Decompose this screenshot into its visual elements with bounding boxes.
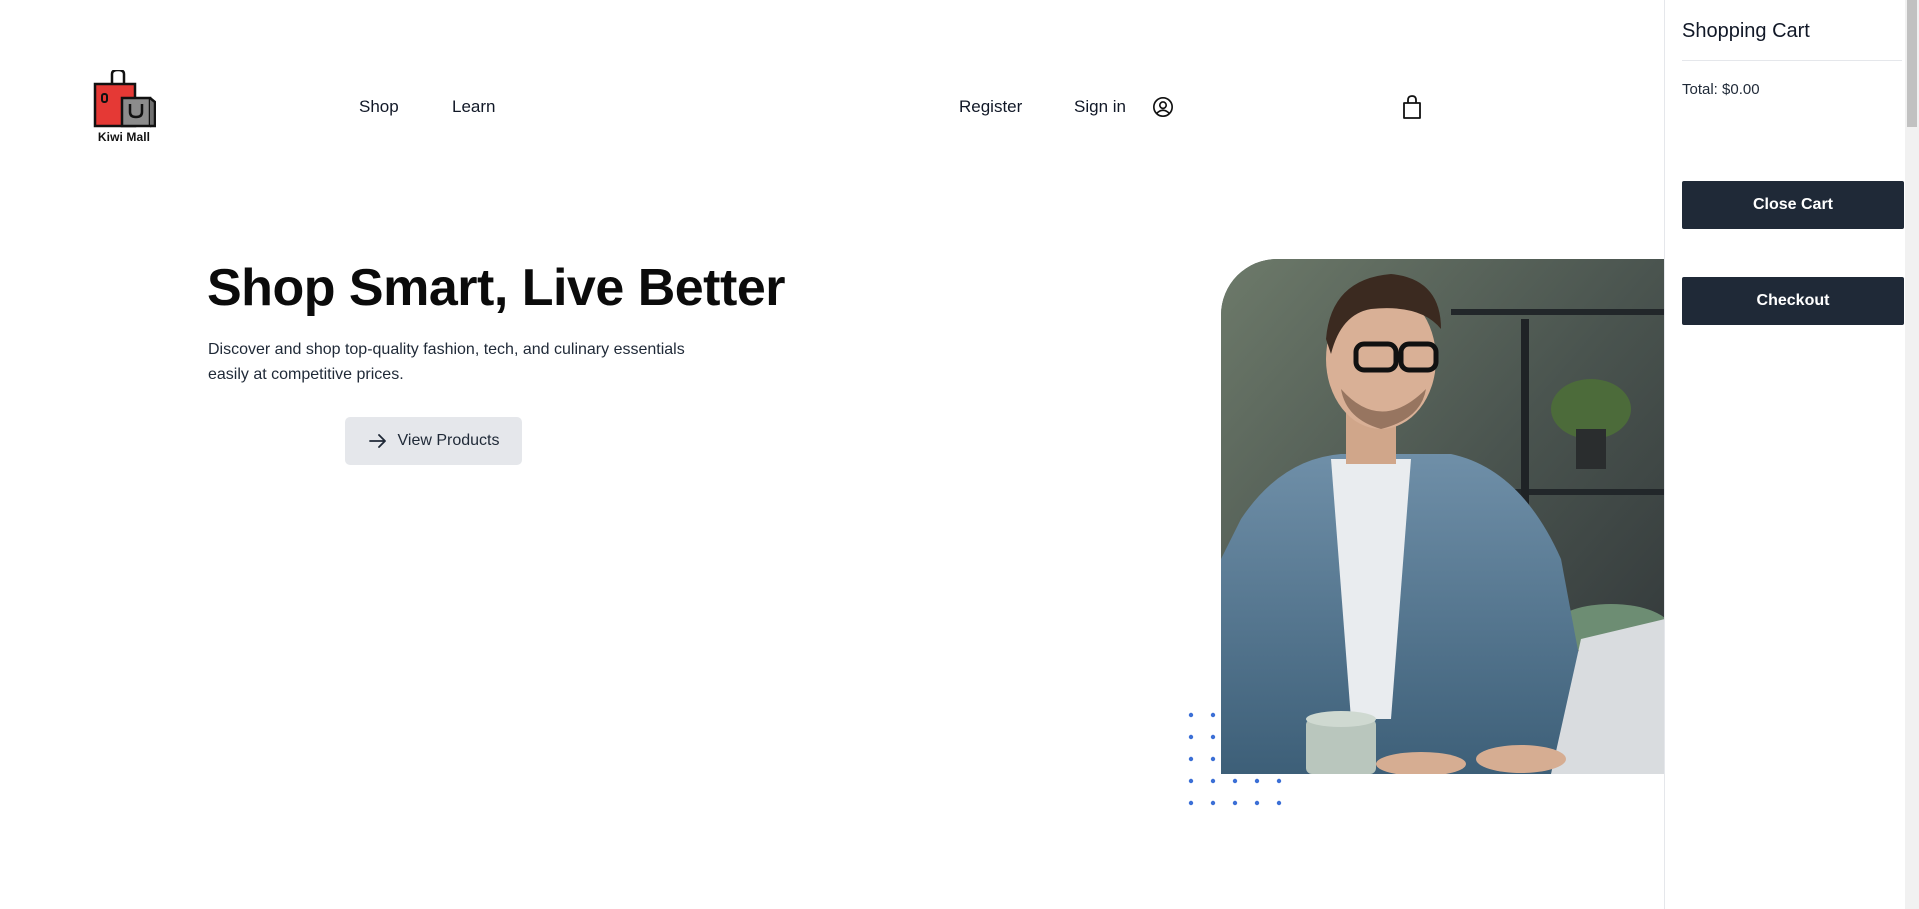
sign-in-link[interactable]: Sign in bbox=[1074, 97, 1126, 117]
checkout-button[interactable]: Checkout bbox=[1682, 277, 1904, 325]
cart-scrollbar[interactable] bbox=[1905, 0, 1919, 909]
arrow-right-icon bbox=[368, 434, 386, 448]
cart-total: Total: $0.00 bbox=[1682, 81, 1760, 98]
register-link[interactable]: Register bbox=[959, 97, 1022, 117]
logo-text: Kiwi Mall bbox=[97, 130, 151, 144]
brand-logo[interactable]: Kiwi Mall bbox=[92, 70, 156, 146]
nav-learn-link[interactable]: Learn bbox=[452, 97, 495, 117]
man-with-laptop-illustration bbox=[1221, 259, 1665, 774]
hero-image bbox=[1221, 259, 1665, 774]
nav-shop-link[interactable]: Shop bbox=[359, 97, 399, 117]
cart-divider bbox=[1682, 60, 1902, 61]
close-cart-button[interactable]: Close Cart bbox=[1682, 181, 1904, 229]
shopping-bags-logo-icon bbox=[93, 70, 156, 128]
user-circle-icon[interactable] bbox=[1152, 96, 1174, 118]
view-products-button[interactable]: View Products bbox=[345, 417, 522, 465]
view-products-label: View Products bbox=[397, 432, 500, 449]
shopping-bag-icon[interactable] bbox=[1401, 95, 1423, 119]
hero-title: Shop Smart, Live Better bbox=[207, 259, 785, 317]
scrollbar-thumb[interactable] bbox=[1907, 0, 1917, 127]
cart-title: Shopping Cart bbox=[1682, 20, 1810, 42]
hero-description: Discover and shop top-quality fashion, t… bbox=[208, 341, 685, 383]
shopping-cart-panel: Shopping Cart Total: $0.00 Close Cart Ch… bbox=[1664, 0, 1919, 909]
